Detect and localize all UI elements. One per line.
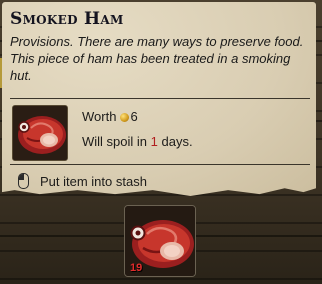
left-mouse-button-icon: [18, 173, 29, 189]
spoil-suffix: days.: [161, 134, 193, 149]
divider: [10, 98, 310, 99]
spoil-days: 1: [150, 134, 158, 149]
smoked-ham-icon: [12, 105, 68, 161]
gold-coin-icon: [120, 113, 130, 122]
item-worth: Worth 6: [82, 109, 138, 124]
item-title: Smoked Ham: [10, 9, 124, 29]
stash-action-hint: Put item into stash: [18, 173, 147, 189]
worth-value: 6: [130, 109, 138, 124]
spoil-prefix: Will spoil in: [82, 134, 148, 149]
worth-label: Worth: [82, 109, 117, 124]
spoil-info: Will spoil in 1 days.: [82, 134, 193, 149]
stash-action-label: Put item into stash: [40, 173, 147, 189]
item-stack-count: 19: [130, 262, 143, 274]
item-description: Provisions. There are many ways to prese…: [10, 34, 304, 83]
divider: [10, 164, 310, 165]
item-tooltip: Smoked Ham Provisions. There are many wa…: [2, 2, 316, 197]
inventory-slot[interactable]: 19: [124, 205, 196, 277]
